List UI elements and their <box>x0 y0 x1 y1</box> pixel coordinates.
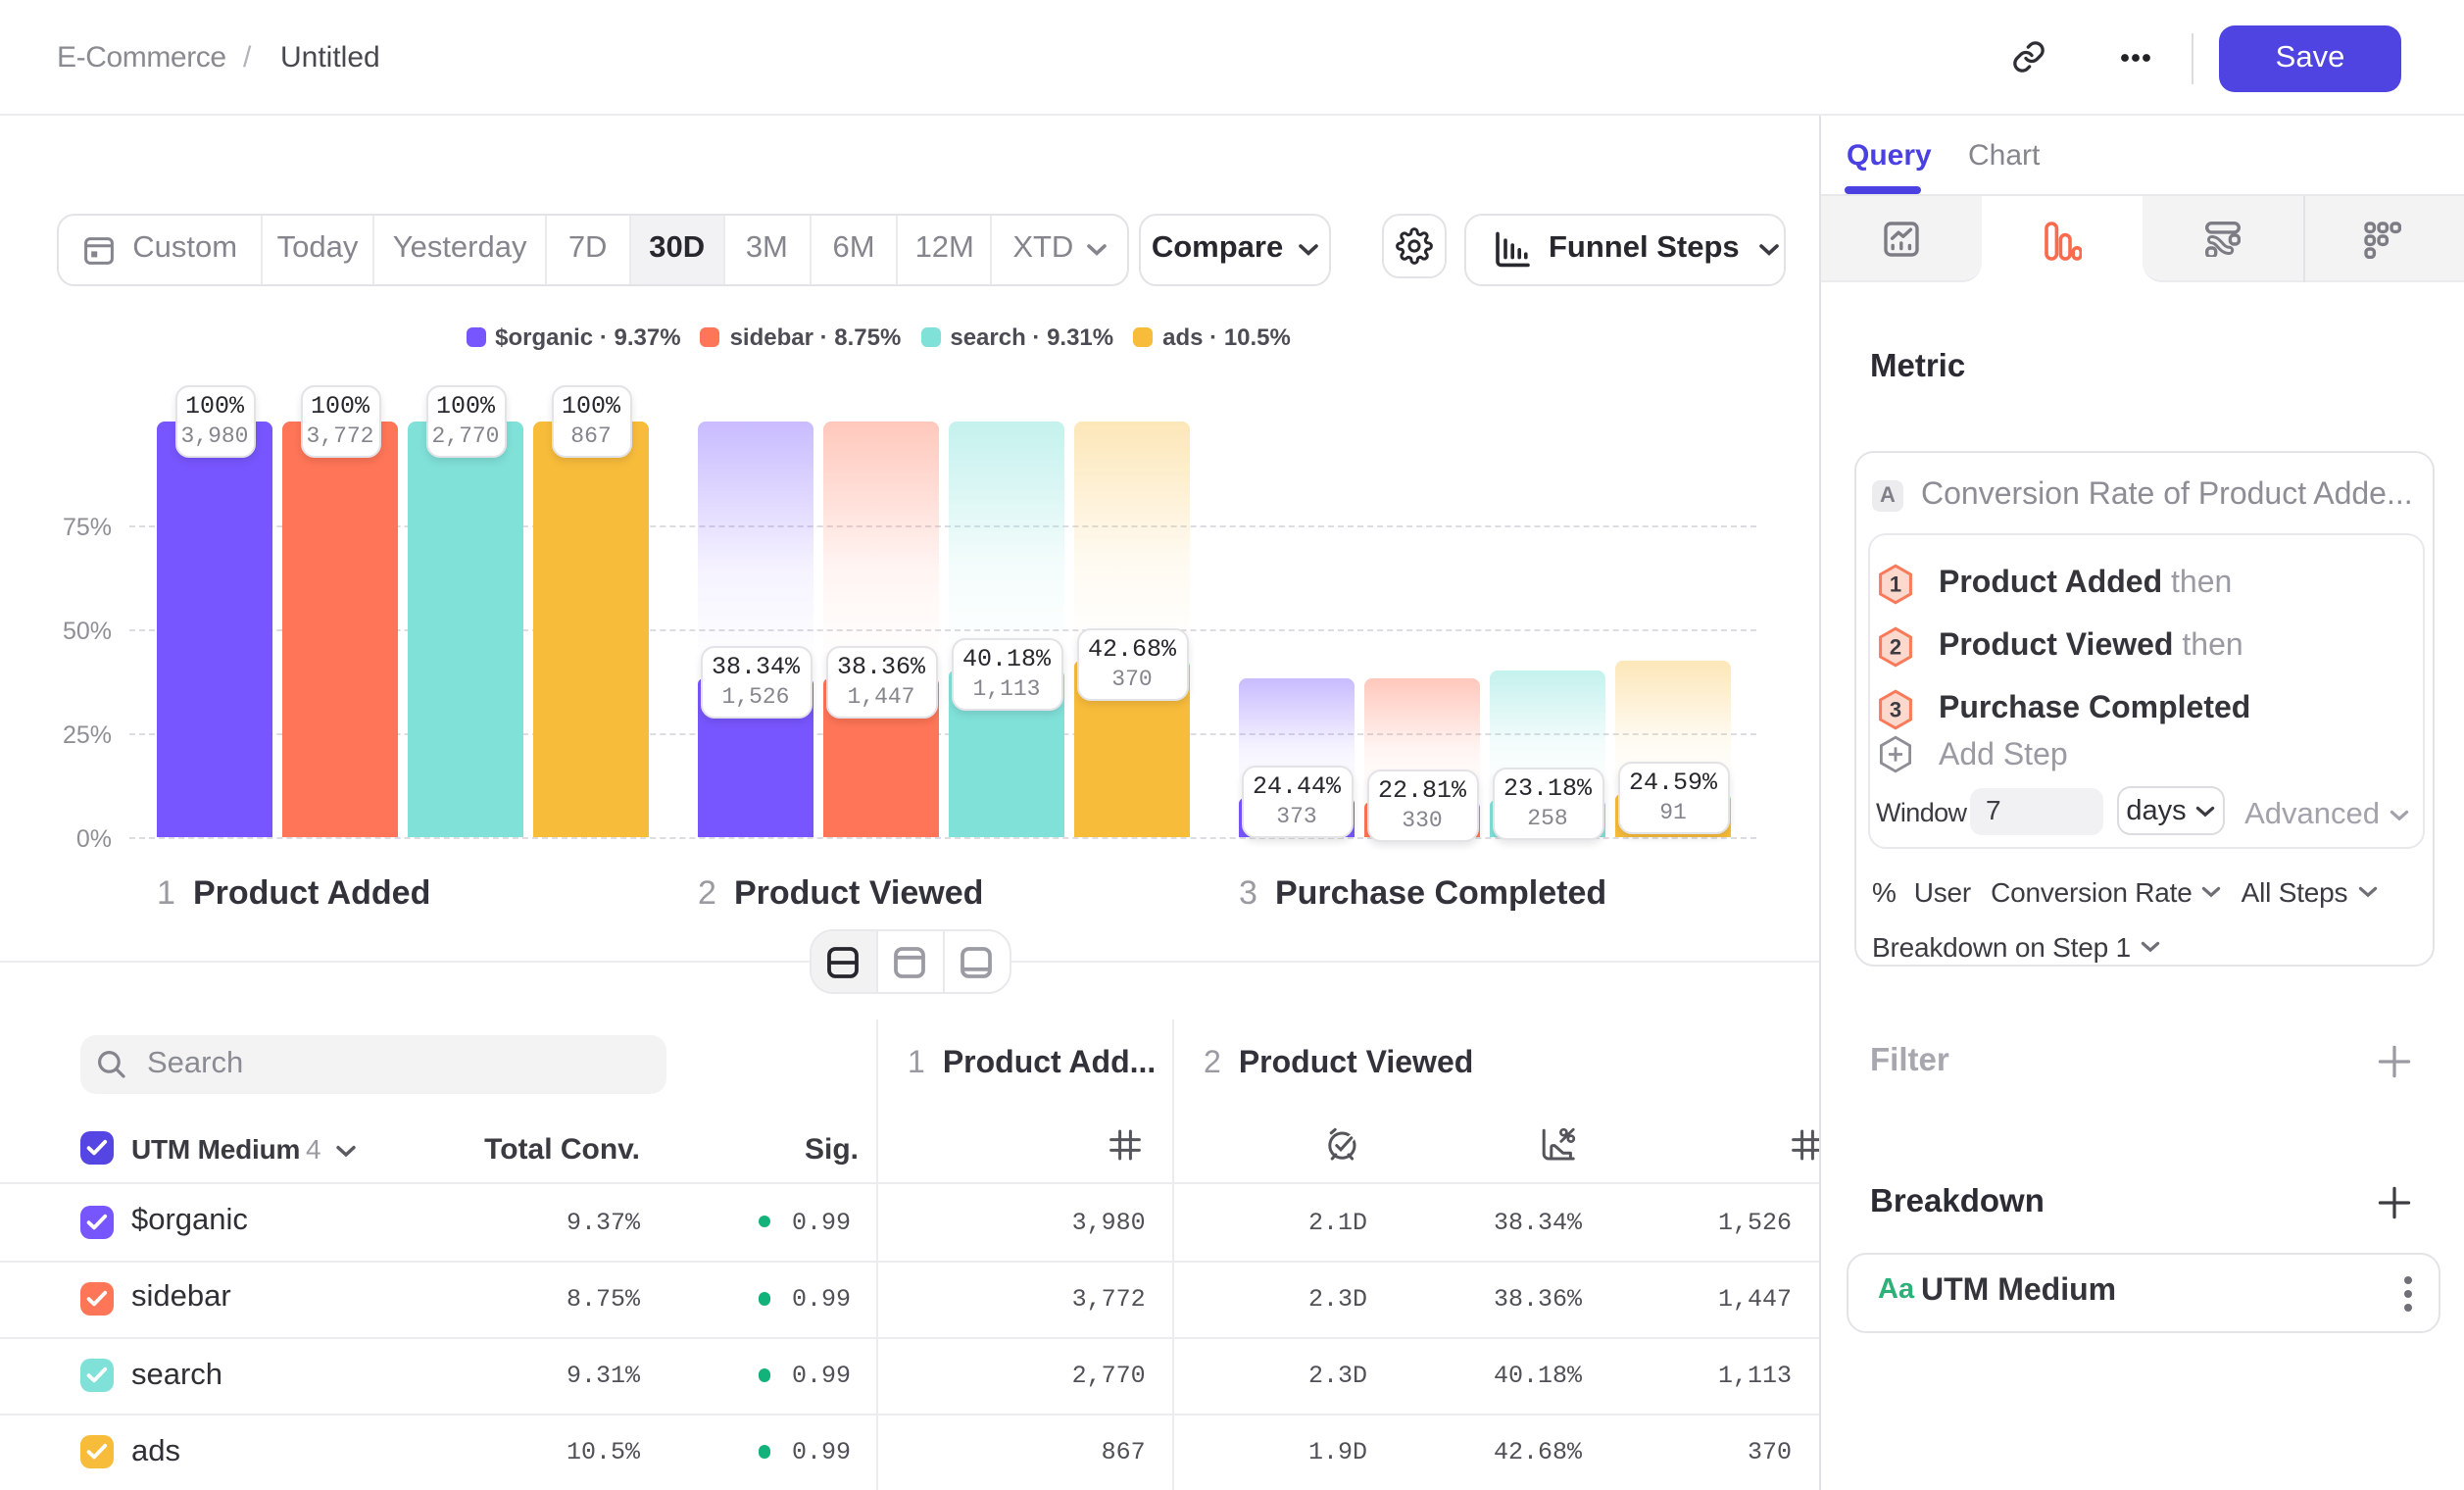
svg-text:2: 2 <box>1890 634 1901 659</box>
svg-text:3: 3 <box>1890 698 1901 722</box>
svg-text:1: 1 <box>1890 572 1901 597</box>
